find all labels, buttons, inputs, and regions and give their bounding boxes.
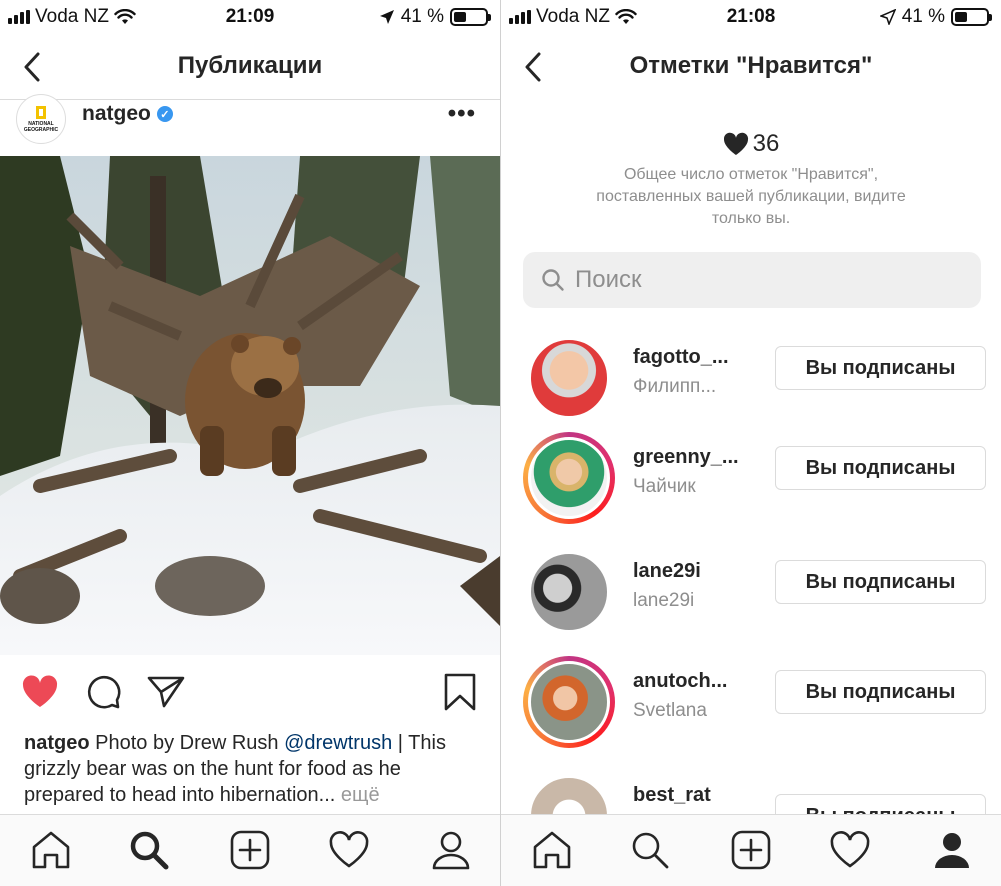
bookmark-icon[interactable]: [440, 672, 480, 712]
post-screen: Voda NZ 21:09 41 % Публикации NATIONAL G…: [0, 0, 500, 886]
nav-bar: Публикации: [0, 34, 500, 100]
post-caption: natgeo Photo by Drew Rush @drewtrush | T…: [24, 730, 479, 808]
like-count: 36: [501, 130, 1001, 158]
caption-mention[interactable]: @drewtrush: [284, 732, 392, 754]
caption-text: Photo by Drew Rush: [89, 732, 285, 754]
liker-username[interactable]: lane29i: [633, 560, 701, 583]
following-button[interactable]: Вы подписаны: [775, 346, 986, 390]
battery-icon: [951, 8, 992, 26]
likes-screen: Voda NZ 21:08 41 % Отметки "Нравится" 36…: [501, 0, 1001, 886]
home-icon[interactable]: [531, 829, 573, 871]
tab-bar: [0, 814, 500, 886]
likes-privacy-note: Общее число отметок "Нравится", поставле…: [596, 166, 906, 227]
following-button[interactable]: Вы подписаны: [775, 560, 986, 604]
home-icon[interactable]: [30, 829, 72, 871]
liker-fullname: lane29i: [633, 590, 695, 611]
list-item[interactable]: fagotto_... Филипп... Вы подписаны: [501, 332, 1001, 428]
status-bar: Voda NZ 21:09 41 %: [0, 0, 500, 34]
search-input[interactable]: Поиск: [523, 252, 981, 308]
natgeo-logo-frame: [36, 105, 46, 119]
logo-text: NATIONAL GEOGRAPHIC: [23, 120, 59, 133]
more-options-button[interactable]: •••: [448, 100, 476, 128]
battery-percent: 41 %: [400, 6, 444, 27]
following-button[interactable]: Вы подписаны: [775, 446, 986, 490]
activity-heart-icon[interactable]: [328, 829, 370, 871]
caption-username[interactable]: natgeo: [24, 732, 90, 754]
liker-username[interactable]: anutoch...: [633, 670, 727, 693]
comment-icon[interactable]: [84, 672, 124, 712]
liker-fullname: Чайчик: [633, 476, 696, 497]
battery-percent: 41 %: [901, 6, 945, 27]
liker-username[interactable]: greenny_...: [633, 446, 739, 469]
list-item[interactable]: greenny_... Чайчик Вы подписаны: [501, 432, 1001, 528]
liker-fullname: Филипп...: [633, 376, 717, 397]
battery-icon: [450, 8, 491, 26]
following-button[interactable]: Вы подписаны: [775, 670, 986, 714]
bear-photo-illustration: [0, 156, 500, 655]
avatar-story-ring[interactable]: [523, 432, 615, 524]
natgeo-avatar[interactable]: NATIONAL GEOGRAPHIC: [16, 94, 66, 144]
share-send-icon[interactable]: [146, 672, 186, 712]
status-right: 41 %: [379, 6, 491, 28]
heart-filled-icon: [723, 132, 748, 155]
caption-more-link[interactable]: ещё: [335, 784, 380, 806]
search-icon: [542, 269, 564, 291]
location-arrow-icon: [879, 9, 896, 25]
like-count-value: 36: [752, 130, 780, 157]
post-actions: [0, 664, 500, 720]
status-bar: Voda NZ 21:08 41 %: [501, 0, 1001, 34]
list-item[interactable]: anutoch... Svetlana Вы подписаны: [501, 656, 1001, 752]
avatar[interactable]: [523, 332, 615, 424]
post-username[interactable]: natgeo: [82, 102, 151, 126]
search-placeholder: Поиск: [575, 266, 642, 293]
page-title: Отметки "Нравится": [629, 52, 873, 79]
status-right: 41 %: [879, 6, 992, 28]
liker-fullname: Svetlana: [633, 700, 707, 721]
post-photo[interactable]: [0, 156, 500, 655]
list-item[interactable]: lane29i lane29i Вы подписаны: [501, 546, 1001, 642]
page-title: Публикации: [177, 52, 323, 79]
add-post-icon[interactable]: [229, 829, 271, 871]
post-header: NATIONAL GEOGRAPHIC natgeo ✓ •••: [0, 94, 500, 156]
verified-badge-icon: ✓: [156, 106, 173, 122]
post-username-row[interactable]: natgeo ✓: [82, 102, 173, 126]
location-arrow-icon: [379, 10, 394, 24]
tab-bar: [501, 814, 1001, 886]
profile-icon[interactable]: [931, 829, 973, 871]
search-icon[interactable]: [629, 829, 671, 871]
search-icon[interactable]: [128, 829, 170, 871]
like-heart-icon[interactable]: [20, 672, 60, 712]
profile-icon[interactable]: [430, 829, 472, 871]
add-post-icon[interactable]: [730, 829, 772, 871]
liker-username[interactable]: best_rat: [633, 784, 711, 807]
avatar[interactable]: [523, 546, 615, 638]
nav-bar: Отметки "Нравится": [501, 34, 1001, 100]
avatar-story-ring[interactable]: [523, 656, 615, 748]
activity-heart-icon[interactable]: [829, 829, 871, 871]
liker-username[interactable]: fagotto_...: [633, 346, 729, 369]
